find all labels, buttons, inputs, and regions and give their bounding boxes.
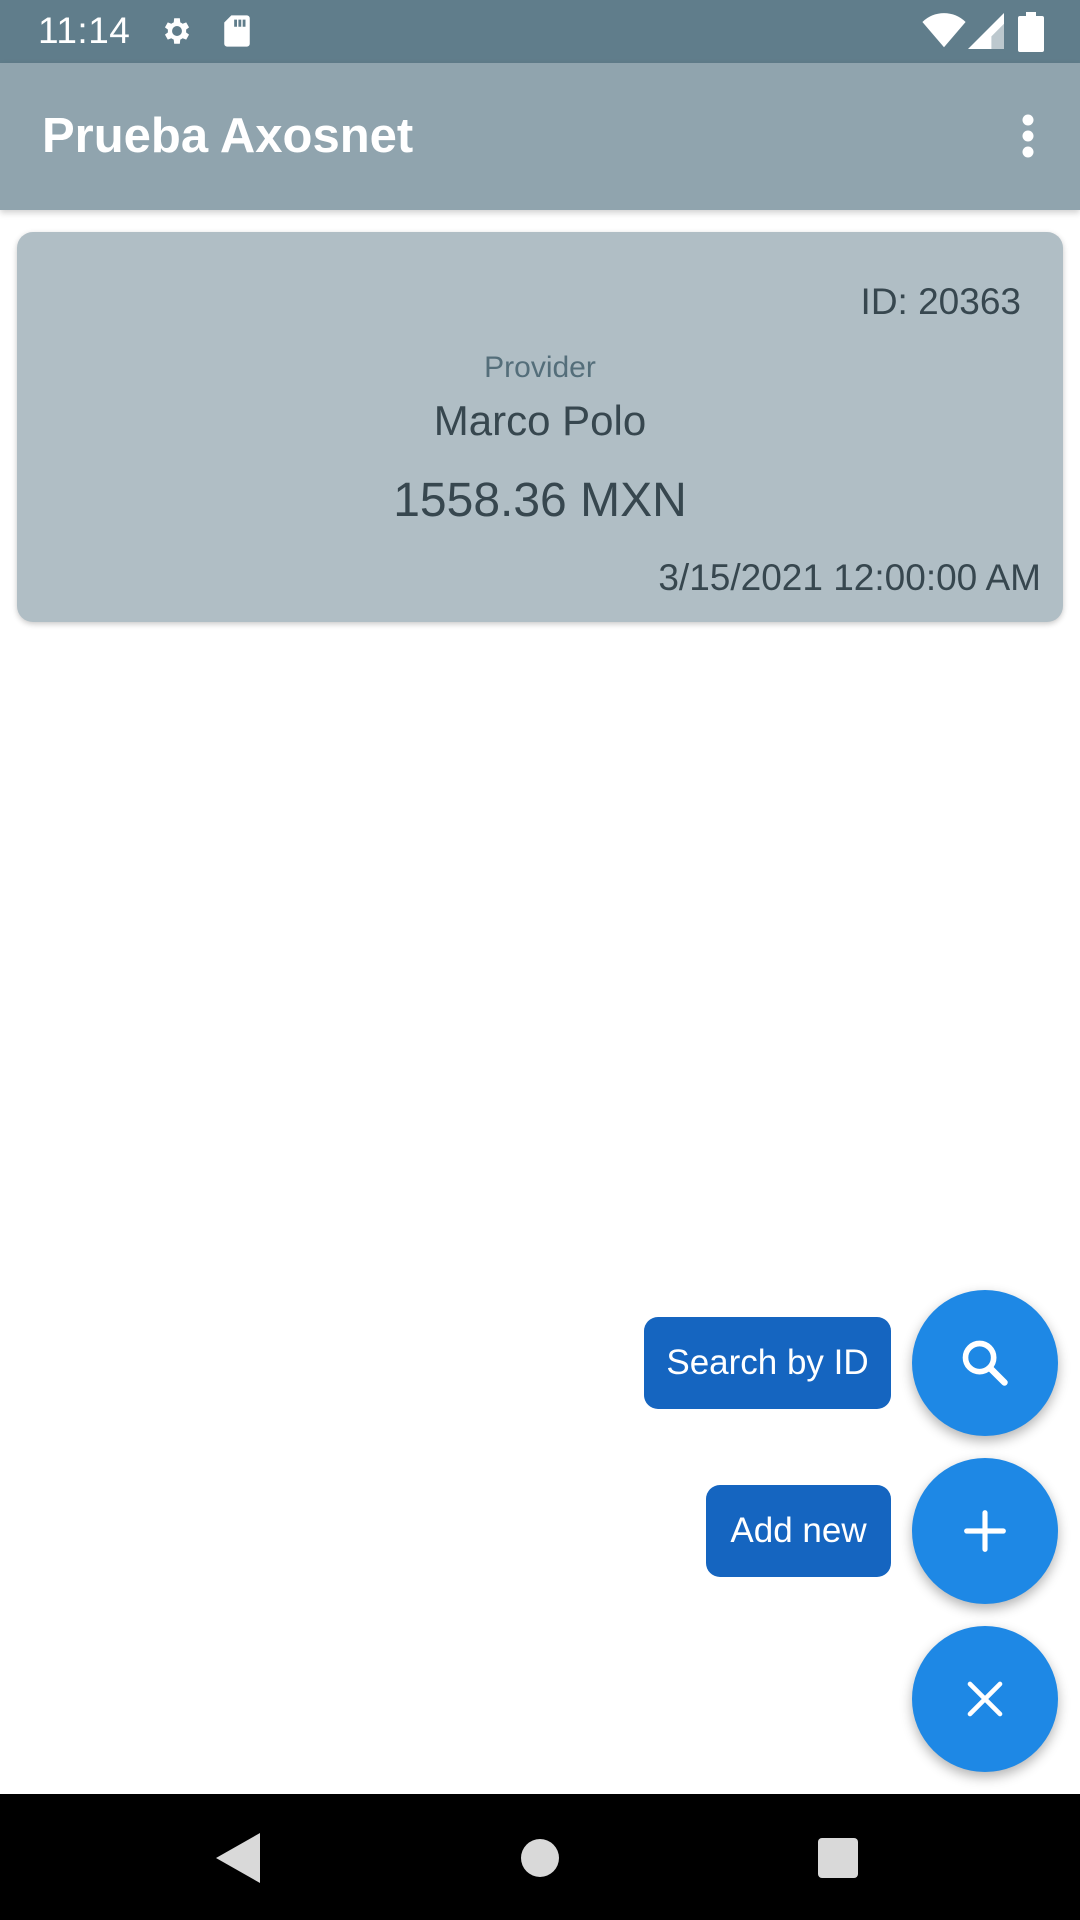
recents-icon <box>818 1838 858 1878</box>
receipt-card[interactable]: ID: 20363 Provider Marco Polo 1558.36 MX… <box>17 232 1063 622</box>
receipt-date: 3/15/2021 12:00:00 AM <box>658 557 1041 598</box>
add-new-label[interactable]: Add new <box>706 1485 891 1577</box>
provider-label: Provider <box>484 351 596 384</box>
screen: 11:14 Prueba Axosnet ID: 20363 Provider … <box>0 0 1080 1920</box>
sd-card-icon <box>222 14 252 48</box>
status-bar: 11:14 <box>0 0 1080 63</box>
add-fab-button[interactable] <box>912 1458 1058 1604</box>
home-icon <box>521 1839 559 1877</box>
receipt-id: ID: 20363 <box>860 281 1021 322</box>
plus-icon <box>964 1510 1006 1552</box>
receipt-amount: 1558.36 MXN <box>393 474 687 527</box>
app-bar: Prueba Axosnet <box>0 63 1080 210</box>
back-button[interactable] <box>206 1826 270 1890</box>
home-button[interactable] <box>508 1826 572 1890</box>
search-fab-button[interactable] <box>912 1290 1058 1436</box>
recents-button[interactable] <box>806 1826 870 1890</box>
search-by-id-label[interactable]: Search by ID <box>644 1317 891 1409</box>
app-title: Prueba Axosnet <box>42 109 414 163</box>
back-icon <box>216 1833 260 1883</box>
search-icon <box>962 1340 1008 1386</box>
wifi-icon <box>922 13 966 49</box>
status-time: 11:14 <box>38 10 131 51</box>
battery-icon <box>1018 12 1044 52</box>
close-icon <box>967 1681 1003 1717</box>
provider-name: Marco Polo <box>433 397 647 444</box>
navigation-bar <box>0 1794 1080 1920</box>
close-fab-button[interactable] <box>912 1626 1058 1772</box>
cell-signal-icon <box>968 13 1004 49</box>
settings-icon <box>160 14 194 48</box>
more-vert-icon <box>1022 114 1034 158</box>
overflow-menu-button[interactable] <box>990 97 1066 175</box>
